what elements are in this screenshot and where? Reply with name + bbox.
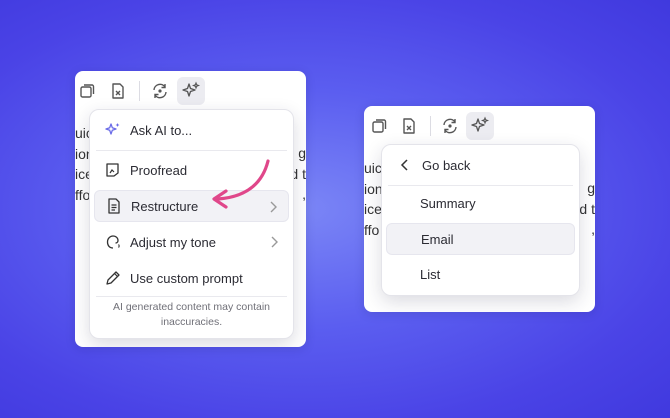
doc-line: d t [579, 200, 595, 217]
menu-item-summary[interactable]: Summary [386, 187, 575, 219]
tone-icon [104, 233, 122, 251]
editor-toolbar [75, 71, 306, 111]
restructure-submenu: Go back Summary Email List [381, 144, 580, 296]
menu-item-label: Use custom prompt [130, 270, 243, 286]
regenerate-icon[interactable] [146, 77, 174, 105]
menu-item-proofread[interactable]: Proofread [94, 154, 289, 186]
menu-item-label: Proofread [130, 162, 188, 178]
copy-icon[interactable] [75, 77, 101, 105]
copy-icon[interactable] [365, 112, 393, 140]
go-back-label: Go back [422, 157, 471, 173]
menu-item-label: Summary [420, 195, 476, 211]
menu-item-email[interactable]: Email [386, 223, 575, 255]
chevron-right-icon [269, 235, 279, 252]
menu-item-label: List [420, 266, 441, 282]
regenerate-icon[interactable] [436, 112, 464, 140]
ask-ai-item[interactable]: Ask AI to... [94, 114, 289, 146]
document-text-right: g d t , [579, 178, 595, 240]
ai-sparkle-icon[interactable] [466, 112, 494, 140]
menu-item-custom-prompt[interactable]: Use custom prompt [94, 262, 289, 294]
pencil-icon [104, 269, 122, 287]
proofread-icon [104, 161, 122, 179]
doc-line: g [587, 180, 595, 196]
menu-item-restructure[interactable]: Restructure [94, 190, 289, 222]
go-back-button[interactable]: Go back [386, 149, 575, 181]
sparkle-icon [104, 121, 122, 139]
menu-item-adjust-tone[interactable]: Adjust my tone [94, 226, 289, 258]
menu-item-label: Email [421, 231, 454, 247]
chevron-right-icon [268, 200, 278, 217]
doc-line: , [591, 221, 595, 237]
menu-item-label: Restructure [131, 198, 199, 214]
disclaimer-line: inaccuracies. [160, 316, 223, 328]
ask-ai-label: Ask AI to... [130, 122, 193, 138]
menu-item-label: Adjust my tone [130, 234, 216, 250]
menu-item-list[interactable]: List [386, 258, 575, 290]
remove-file-icon[interactable] [104, 77, 132, 105]
editor-card-right: uick ion ice ffo g d t , Go back Summary… [364, 106, 595, 312]
document-icon [105, 197, 123, 215]
chevron-left-icon [396, 156, 414, 174]
editor-toolbar [364, 106, 595, 146]
ai-menu: Ask AI to... Proofread Restructure Adjus… [89, 109, 294, 339]
disclaimer-line: AI generated content may contain [112, 301, 271, 313]
ai-disclaimer: AI generated content may contain inaccur… [90, 300, 293, 330]
remove-file-icon[interactable] [395, 112, 423, 140]
editor-card-left: uick ion ice ffo g d t , Ask AI to... Pr… [75, 71, 306, 347]
ai-sparkle-icon[interactable] [177, 77, 205, 105]
